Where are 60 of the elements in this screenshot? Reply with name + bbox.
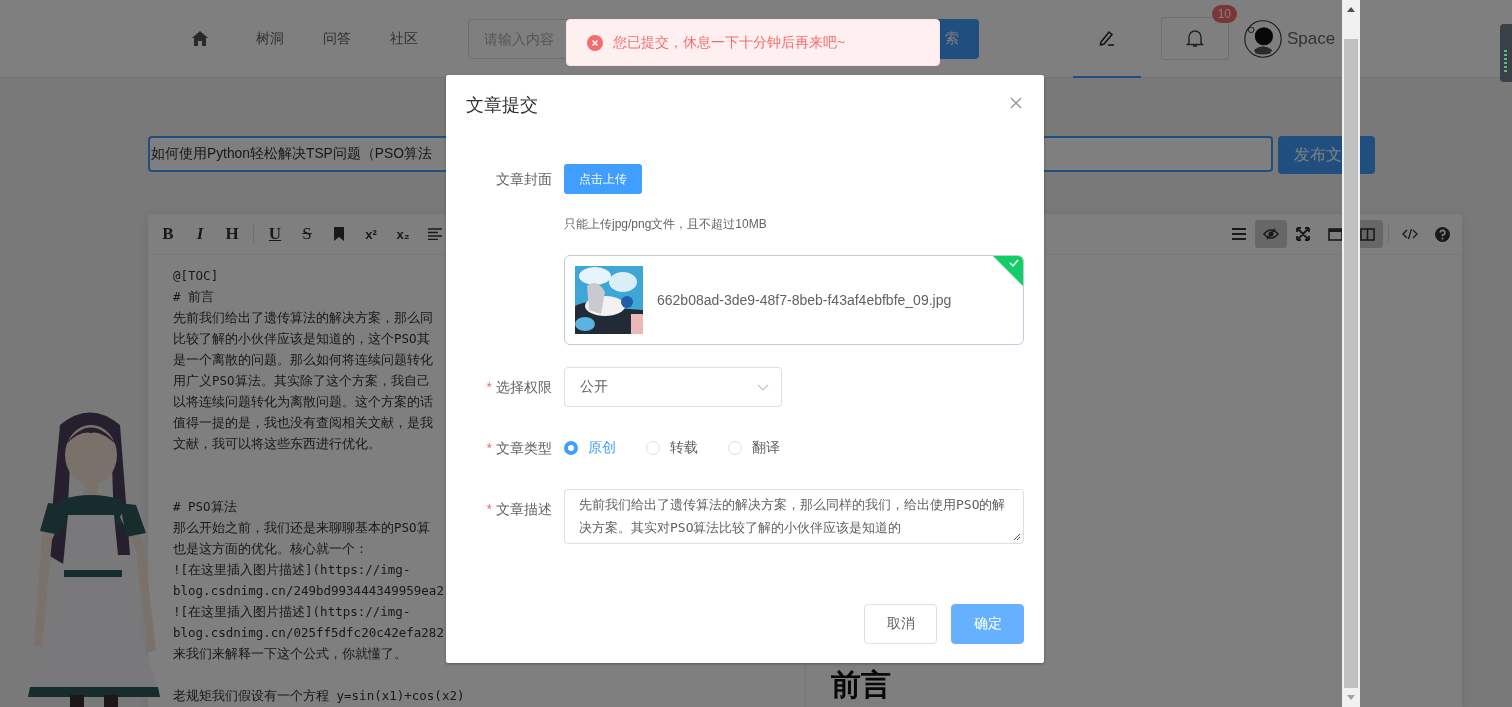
nav-link[interactable]: 社区 bbox=[390, 29, 418, 48]
cancel-button[interactable]: 取消 bbox=[864, 604, 937, 644]
required-mark: * bbox=[486, 379, 492, 395]
description-field[interactable]: 先前我们给出了遗传算法的解决方案，那么同样的我们，给出使用PSO的解决方案。其实对PSO算法比较了解的小伙伴应该是知道的 bbox=[564, 489, 1024, 544]
chevron-down-icon bbox=[757, 383, 769, 391]
source-line: 文献，我可以将这些东西进行优化。 bbox=[173, 435, 381, 453]
source-line: blog.csdnimg.cn/025ff5dfc20c42efa282 bbox=[173, 624, 444, 642]
bold-button[interactable]: B bbox=[152, 220, 184, 248]
bell-icon bbox=[1186, 29, 1204, 48]
underline-button[interactable]: U bbox=[259, 220, 291, 248]
heading-button[interactable]: H bbox=[216, 220, 248, 248]
scroll-up-icon[interactable] bbox=[1347, 7, 1355, 12]
error-icon bbox=[587, 34, 603, 51]
field-label: 文章封面 bbox=[495, 170, 553, 189]
source-line: 那么开始之前，我们还是来聊聊基本的PSO算 bbox=[173, 519, 430, 537]
radio-button[interactable] bbox=[564, 441, 578, 455]
avatar-icon[interactable] bbox=[1243, 18, 1283, 59]
source-line: 先前我们给出了遗传算法的解决方案，那么同 bbox=[173, 309, 433, 327]
field-label: 选择权限 bbox=[496, 379, 552, 395]
scroll-down-icon[interactable] bbox=[1347, 695, 1355, 700]
source-line: blog.csdnimg.cn/249bd993444349959ea2 bbox=[173, 582, 444, 600]
required-mark: * bbox=[486, 440, 492, 456]
notification-badge: 10 bbox=[1211, 5, 1237, 23]
permission-select[interactable]: 公开 bbox=[564, 367, 782, 407]
upload-hint: 只能上传jpg/png文件，且不超过10MB bbox=[564, 216, 768, 232]
source-line: 用广义PSO算法。其实除了这个方案，我自己 bbox=[173, 372, 430, 390]
file-name: 662b08ad-3de9-48f7-8beb-f43af4ebfbfe_09.jpg bbox=[657, 292, 952, 308]
nav-link[interactable]: 树洞 bbox=[256, 29, 284, 48]
field-label: 文章类型 bbox=[496, 440, 552, 456]
confirm-button[interactable]: 确定 bbox=[951, 604, 1024, 644]
radio-label[interactable]: 翻译 bbox=[752, 439, 780, 457]
user-name[interactable]: Space bbox=[1287, 28, 1336, 49]
required-mark: * bbox=[486, 501, 492, 517]
preview-heading: 前言 bbox=[831, 667, 891, 703]
scrollbar[interactable] bbox=[1342, 0, 1360, 707]
toast-message: 您已提交，休息一下十分钟后再来吧~ bbox=[613, 33, 846, 52]
nav-link[interactable]: 问答 bbox=[323, 29, 351, 48]
resize-grip-icon[interactable] bbox=[1013, 533, 1021, 541]
home-icon[interactable] bbox=[190, 31, 210, 46]
source-line: ![在这里插入图片描述](https://img- bbox=[173, 561, 411, 579]
source-line: ![在这里插入图片描述](https://img- bbox=[173, 603, 411, 621]
source-line: 比较了解的小伙伴应该是知道的，这个PSO其 bbox=[173, 330, 430, 348]
upload-button[interactable]: 点击上传 bbox=[564, 164, 642, 194]
italic-button[interactable]: I bbox=[184, 220, 216, 248]
subscript-button[interactable]: x₂ bbox=[387, 220, 419, 248]
close-icon[interactable] bbox=[1010, 97, 1022, 109]
source-line: # 前言 bbox=[173, 288, 215, 306]
superscript-button[interactable]: x² bbox=[355, 220, 387, 248]
source-line: 以将连续问题转化为离散问题。这个方案的话 bbox=[173, 393, 433, 411]
eye-icon[interactable] bbox=[1255, 220, 1287, 248]
level-meter-icon bbox=[1500, 24, 1512, 82]
strike-button[interactable]: S bbox=[291, 220, 323, 248]
dialog-title: 文章提交 bbox=[466, 94, 538, 117]
field-label: 文章描述 bbox=[496, 501, 552, 517]
source-line: # PSO算法 bbox=[173, 498, 237, 516]
pencil-icon bbox=[1098, 28, 1116, 47]
radio-label[interactable]: 原创 bbox=[588, 439, 616, 457]
scrollbar-thumb[interactable] bbox=[1344, 39, 1358, 688]
radio-label[interactable]: 转载 bbox=[670, 439, 698, 457]
source-line: @[TOC] bbox=[173, 267, 219, 285]
